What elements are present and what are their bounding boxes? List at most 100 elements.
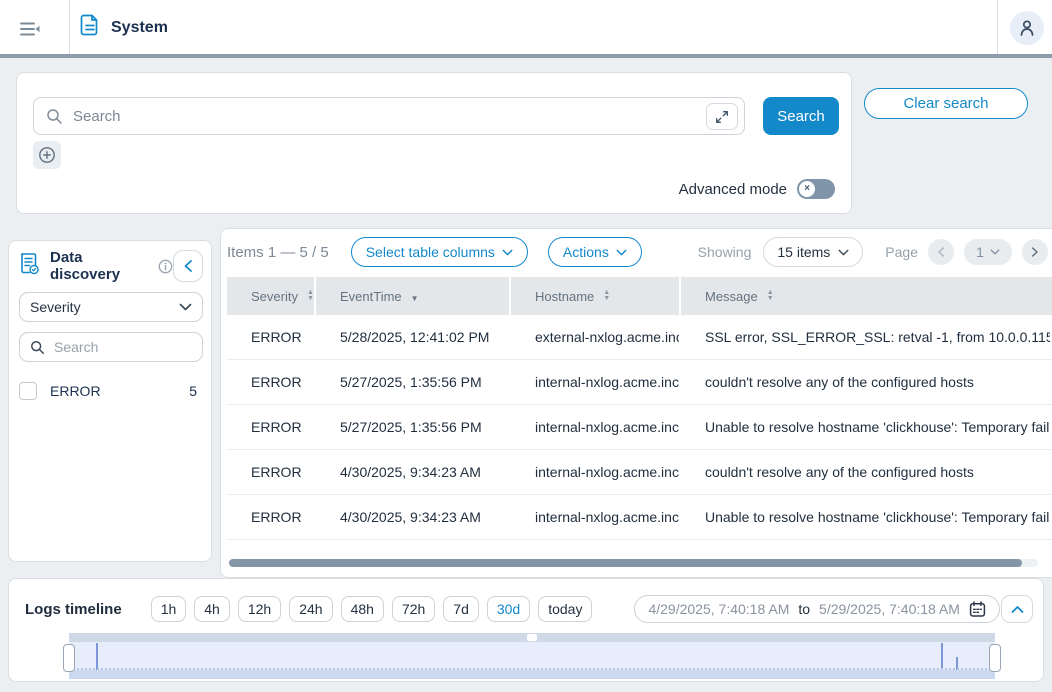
column-label: Message — [705, 289, 758, 304]
data-discovery-panel: Data discovery Severity ERROR 5 — [8, 240, 212, 562]
chevron-down-icon — [616, 249, 627, 256]
facet-checkbox[interactable] — [19, 382, 37, 400]
range-button-7d[interactable]: 7d — [443, 596, 479, 622]
next-page-button[interactable] — [1022, 239, 1048, 265]
date-to-label: to — [798, 601, 810, 617]
prev-page-button[interactable] — [928, 239, 954, 265]
column-label: EventTime — [340, 289, 402, 304]
info-icon[interactable] — [158, 259, 173, 274]
sort-icon[interactable]: ▲▼ — [767, 290, 774, 302]
actions-button[interactable]: Actions — [548, 237, 642, 267]
page-number-dropdown[interactable]: 1 — [964, 239, 1012, 265]
page-size-dropdown[interactable]: 15 items — [763, 237, 863, 267]
expand-search-button[interactable] — [706, 103, 738, 130]
range-button-30d[interactable]: 30d — [487, 596, 530, 622]
calendar-icon — [969, 601, 986, 618]
search-icon — [46, 108, 63, 125]
select-columns-label: Select table columns — [366, 244, 495, 260]
scrollbar-thumb[interactable] — [229, 559, 1022, 567]
page-number-value: 1 — [976, 244, 984, 260]
facet-search-input[interactable] — [54, 339, 164, 355]
showing-label: Showing — [698, 244, 752, 260]
cell-message: Unable to resolve hostname 'clickhouse':… — [681, 495, 1050, 539]
sort-icon[interactable]: ▼ — [411, 289, 419, 303]
cell-hostname: internal-nxlog.acme.inc — [511, 495, 679, 539]
select-columns-button[interactable]: Select table columns — [351, 237, 528, 267]
cell-eventtime: 5/27/2025, 1:35:56 PM — [316, 405, 509, 449]
cell-hostname: internal-nxlog.acme.inc — [511, 450, 679, 494]
column-header-message[interactable]: Message ▲▼ — [681, 277, 1052, 315]
cell-hostname: internal-nxlog.acme.inc — [511, 405, 679, 449]
table-header-row: Severity ▲▼ EventTime ▼ Hostname ▲▼ Mess… — [227, 277, 1052, 315]
range-button-today[interactable]: today — [538, 596, 592, 622]
chevron-right-icon — [1031, 246, 1039, 258]
logs-timeline-title: Logs timeline — [25, 601, 122, 618]
toggle-knob: × — [799, 181, 815, 197]
table-row[interactable]: ERROR 4/30/2025, 9:34:23 AM internal-nxl… — [227, 495, 1052, 540]
user-icon — [1017, 18, 1037, 38]
range-button-24h[interactable]: 24h — [289, 596, 332, 622]
column-header-hostname[interactable]: Hostname ▲▼ — [511, 277, 679, 315]
cell-message: Unable to resolve hostname 'clickhouse':… — [681, 405, 1050, 449]
collapse-timeline-button[interactable] — [1001, 595, 1033, 623]
actions-label: Actions — [563, 244, 609, 260]
cell-message: couldn't resolve any of the configured h… — [681, 360, 1050, 404]
field-selector-value: Severity — [30, 299, 81, 315]
table-row[interactable]: ERROR 5/27/2025, 1:35:56 PM internal-nxl… — [227, 360, 1052, 405]
chevron-down-icon — [990, 249, 1000, 255]
brush-handle-left[interactable] — [63, 644, 75, 672]
range-button-48h[interactable]: 48h — [341, 596, 384, 622]
search-icon — [30, 340, 45, 355]
menu-open-icon[interactable] — [16, 16, 44, 42]
cell-eventtime: 4/30/2025, 9:34:23 AM — [316, 450, 509, 494]
range-button-72h[interactable]: 72h — [392, 596, 435, 622]
facet-row-error[interactable]: ERROR 5 — [19, 381, 197, 401]
sort-icon[interactable]: ▲▼ — [603, 290, 610, 302]
range-button-4h[interactable]: 4h — [194, 596, 230, 622]
rail-drag-handle[interactable] — [527, 634, 537, 641]
table-row[interactable]: ERROR 5/27/2025, 1:35:56 PM internal-nxl… — [227, 405, 1052, 450]
column-header-severity[interactable]: Severity ▲▼ — [227, 277, 314, 315]
column-label: Hostname — [535, 289, 594, 304]
facet-search-wrap — [19, 332, 203, 362]
clear-search-button[interactable]: Clear search — [864, 88, 1028, 119]
document-icon — [80, 13, 100, 42]
field-selector-dropdown[interactable]: Severity — [19, 292, 203, 322]
brush-handle-right[interactable] — [989, 644, 1001, 672]
chevron-up-icon — [1011, 605, 1024, 614]
page-size-value: 15 items — [777, 244, 830, 260]
add-condition-button[interactable] — [33, 141, 61, 169]
items-summary: Items 1 — 5 / 5 — [227, 244, 329, 261]
search-button[interactable]: Search — [763, 97, 839, 135]
date-range-picker[interactable]: 4/29/2025, 7:40:18 AM to 5/29/2025, 7:40… — [634, 595, 999, 623]
page-title: System — [111, 19, 168, 37]
column-label: Severity — [251, 289, 298, 304]
data-discovery-icon — [19, 252, 40, 280]
date-to-value: 5/29/2025, 7:40:18 AM — [819, 601, 960, 617]
timeline-chart[interactable] — [69, 633, 995, 681]
page-label: Page — [885, 244, 918, 260]
results-table-card: Items 1 — 5 / 5 Select table columns Act… — [220, 228, 1052, 578]
cell-severity: ERROR — [227, 405, 314, 449]
advanced-mode-toggle[interactable]: × — [797, 179, 835, 199]
timeline-plot[interactable] — [69, 642, 995, 670]
table-row[interactable]: ERROR 5/28/2025, 12:41:02 PM external-nx… — [227, 315, 1052, 360]
timeline-spike — [941, 643, 943, 670]
facet-count: 5 — [189, 383, 197, 399]
column-header-eventtime[interactable]: EventTime ▼ — [316, 277, 509, 315]
search-input[interactable] — [73, 108, 700, 125]
table-row[interactable]: ERROR 4/30/2025, 9:34:23 AM internal-nxl… — [227, 450, 1052, 495]
user-avatar[interactable] — [1010, 11, 1044, 45]
range-button-1h[interactable]: 1h — [151, 596, 187, 622]
timeline-baseline — [69, 670, 995, 679]
add-icon — [38, 146, 56, 164]
timeline-spike — [96, 643, 98, 670]
search-field-wrap — [33, 97, 745, 135]
collapse-panel-button[interactable] — [173, 250, 203, 282]
advanced-mode-label: Advanced mode — [679, 181, 787, 198]
timeline-rail[interactable] — [69, 633, 995, 642]
chevron-left-icon — [937, 246, 945, 258]
header-divider-right — [997, 0, 998, 54]
sort-icon[interactable]: ▲▼ — [307, 290, 314, 302]
range-button-12h[interactable]: 12h — [238, 596, 281, 622]
